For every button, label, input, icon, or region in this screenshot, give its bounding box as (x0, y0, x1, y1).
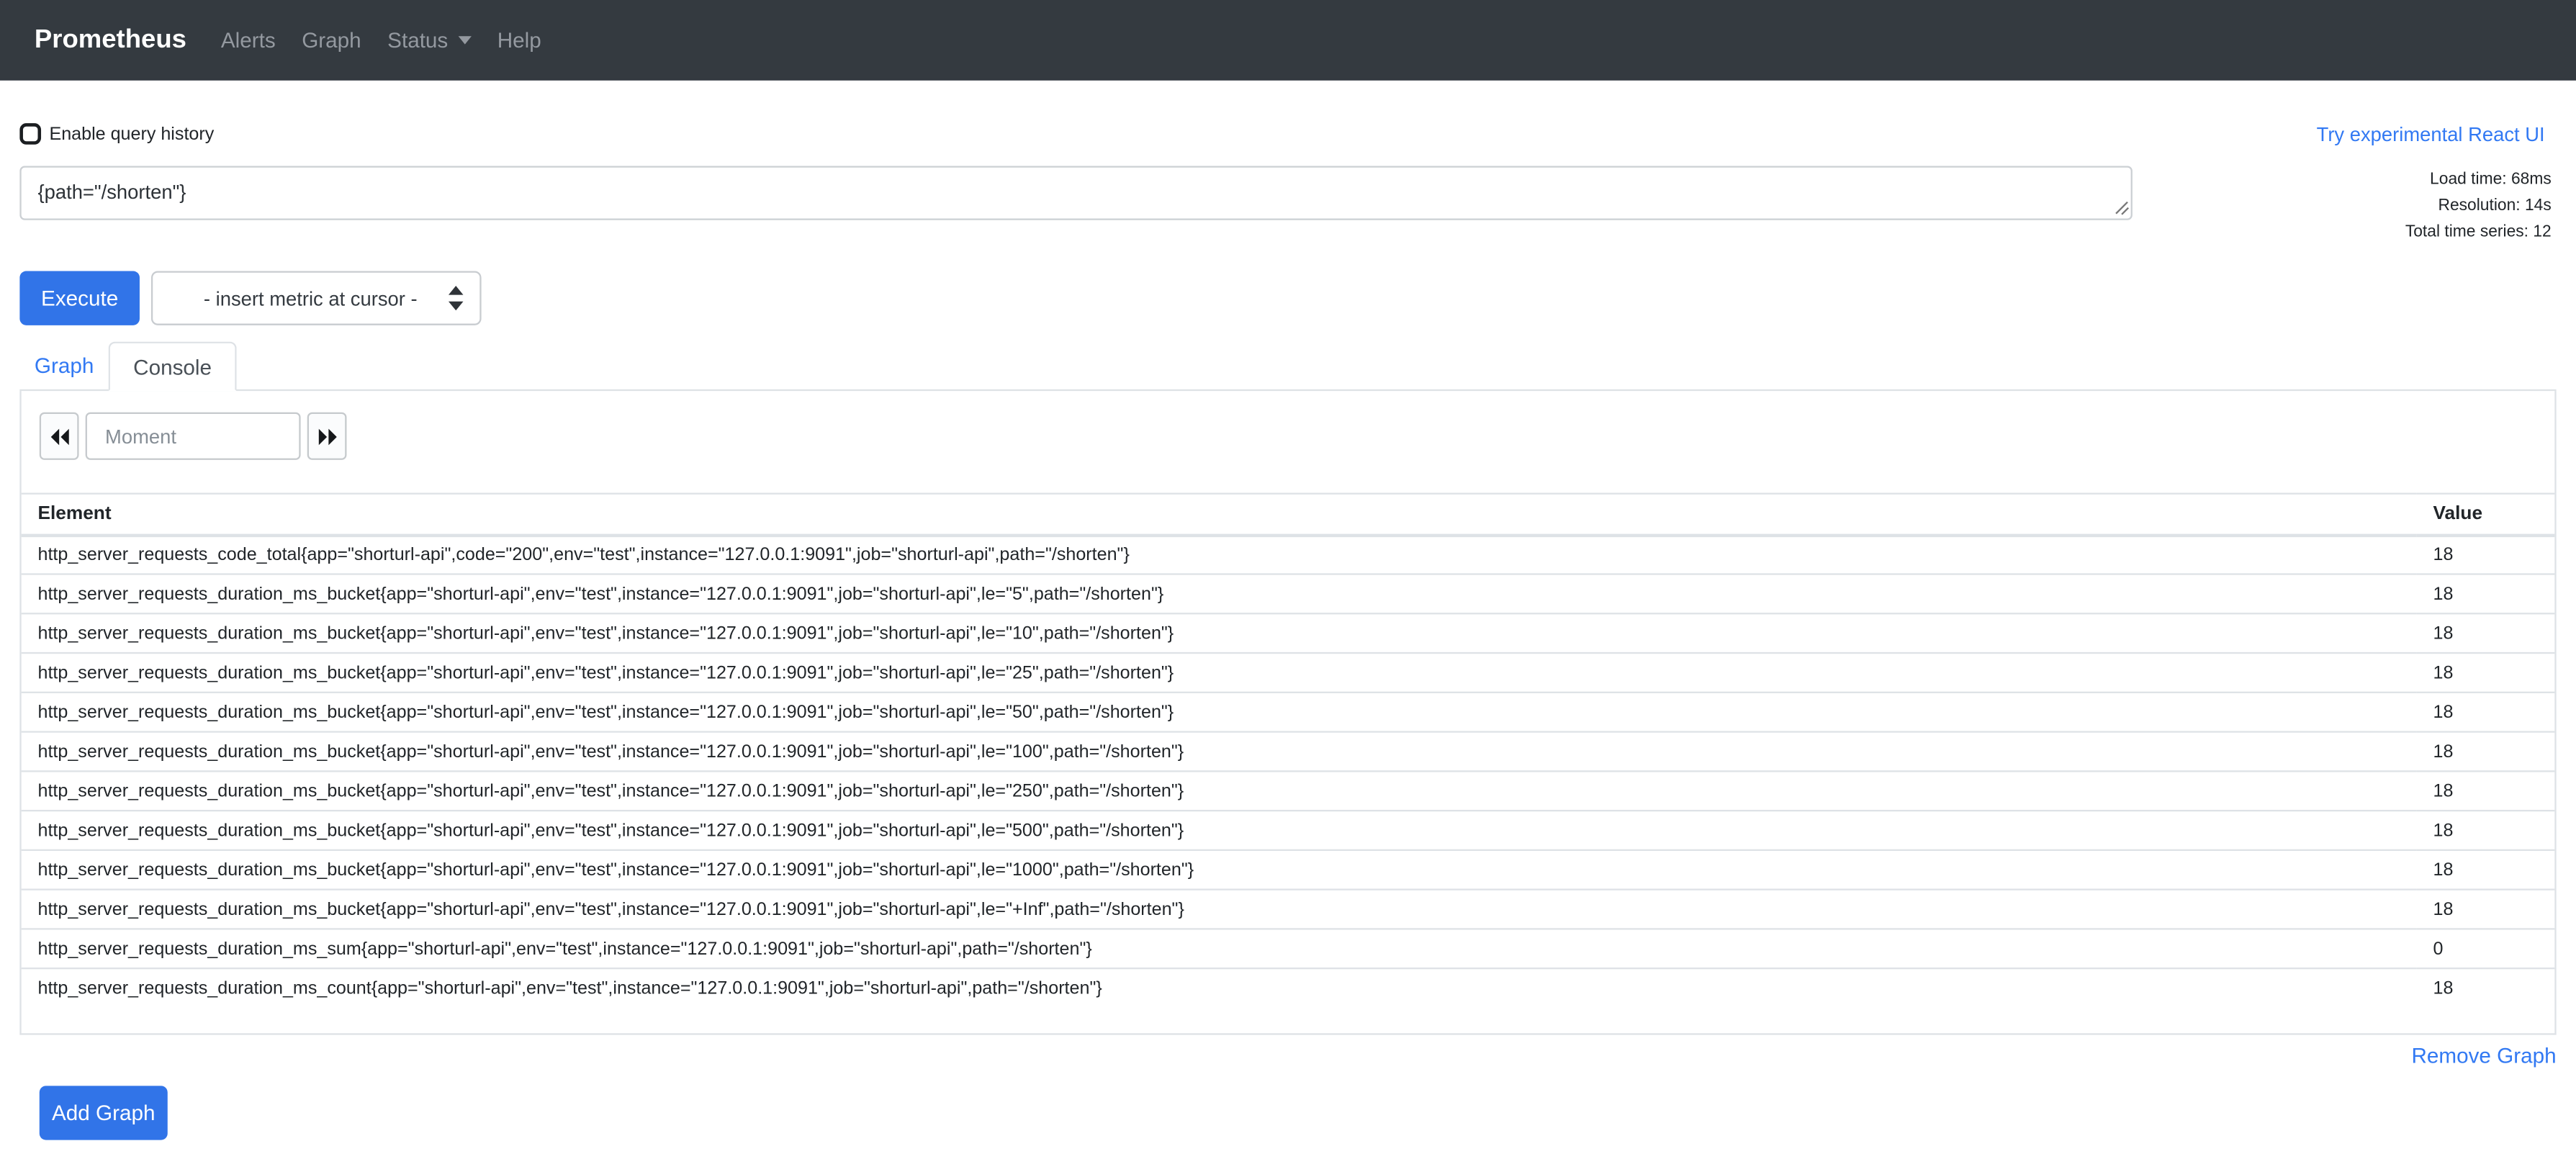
moment-prev-button[interactable] (40, 412, 79, 460)
tab-bar: Graph Console (19, 342, 2556, 391)
actions-row: Execute - insert metric at cursor - (19, 271, 2556, 325)
query-row: {path="/shorten"} Load time: 68ms Resolu… (19, 166, 2556, 246)
query-expression-input[interactable]: {path="/shorten"} (19, 166, 2133, 220)
nav-item-status[interactable]: Status (374, 28, 485, 53)
element-cell: http_server_requests_duration_ms_bucket{… (22, 732, 2417, 772)
table-row: http_server_requests_duration_ms_bucket{… (22, 732, 2555, 772)
navbar: Prometheus Alerts Graph Status Help (0, 0, 2576, 81)
console-panel: Element Value http_server_requests_code_… (19, 391, 2556, 1034)
value-cell: 18 (2417, 968, 2555, 1008)
tab-graph[interactable]: Graph (19, 342, 109, 391)
table-row: http_server_requests_duration_ms_bucket{… (22, 890, 2555, 929)
console-table: Element Value http_server_requests_code_… (22, 493, 2555, 1008)
value-cell: 0 (2417, 929, 2555, 968)
element-cell: http_server_requests_duration_ms_bucket{… (22, 850, 2417, 890)
value-cell: 18 (2417, 732, 2555, 772)
table-row: http_server_requests_duration_ms_bucket{… (22, 574, 2555, 614)
element-cell: http_server_requests_duration_ms_bucket{… (22, 574, 2417, 614)
brand-prometheus[interactable]: Prometheus (35, 25, 186, 55)
nav-item-alerts[interactable]: Alerts (208, 28, 289, 53)
element-cell: http_server_requests_duration_ms_bucket{… (22, 771, 2417, 811)
tab-console[interactable]: Console (109, 342, 236, 391)
value-cell: 18 (2417, 574, 2555, 614)
add-graph-button[interactable]: Add Graph (40, 1085, 168, 1139)
rewind-icon (50, 428, 68, 444)
fast-forward-icon (318, 428, 336, 444)
total-series-stat: Total time series: 12 (2405, 220, 2552, 247)
prometheus-app: Prometheus Alerts Graph Status Help Enab… (0, 0, 2576, 1159)
query-stats: Load time: 68ms Resolution: 14s Total ti… (2405, 166, 2557, 246)
table-row: http_server_requests_duration_ms_bucket{… (22, 613, 2555, 653)
up-down-arrows-icon (449, 286, 464, 310)
value-column-header: Value (2417, 494, 2555, 535)
element-cell: http_server_requests_code_total{app="sho… (22, 535, 2417, 574)
value-cell: 18 (2417, 850, 2555, 890)
execute-button[interactable]: Execute (19, 271, 140, 325)
insert-metric-select-label: - insert metric at cursor - (173, 287, 449, 310)
element-cell: http_server_requests_duration_ms_bucket{… (22, 693, 2417, 732)
moment-controls (40, 412, 2555, 460)
element-cell: http_server_requests_duration_ms_count{a… (22, 968, 2417, 1008)
nav-item-graph[interactable]: Graph (289, 28, 374, 53)
element-cell: http_server_requests_duration_ms_bucket{… (22, 811, 2417, 850)
table-row: http_server_requests_duration_ms_bucket{… (22, 850, 2555, 890)
element-column-header: Element (22, 494, 2417, 535)
value-cell: 18 (2417, 693, 2555, 732)
table-row: http_server_requests_duration_ms_bucket{… (22, 653, 2555, 693)
enable-query-history-label: Enable query history (49, 124, 214, 143)
remove-graph-link[interactable]: Remove Graph (2411, 1042, 2556, 1067)
table-row: http_server_requests_duration_ms_count{a… (22, 968, 2555, 1008)
resolution-stat: Resolution: 14s (2405, 194, 2552, 220)
element-cell: http_server_requests_duration_ms_bucket{… (22, 613, 2417, 653)
nav-item-help[interactable]: Help (484, 28, 554, 53)
moment-next-button[interactable] (307, 412, 347, 460)
insert-metric-select[interactable]: - insert metric at cursor - (151, 271, 482, 325)
history-row: Enable query history Try experimental Re… (19, 120, 2556, 148)
element-cell: http_server_requests_duration_ms_bucket{… (22, 653, 2417, 693)
table-row: http_server_requests_duration_ms_bucket{… (22, 771, 2555, 811)
chevron-down-icon (458, 36, 471, 44)
value-cell: 18 (2417, 535, 2555, 574)
moment-input[interactable] (86, 412, 301, 460)
value-cell: 18 (2417, 771, 2555, 811)
value-cell: 18 (2417, 811, 2555, 850)
table-row: http_server_requests_code_total{app="sho… (22, 535, 2555, 574)
element-cell: http_server_requests_duration_ms_bucket{… (22, 890, 2417, 929)
value-cell: 18 (2417, 653, 2555, 693)
page-content: Enable query history Try experimental Re… (0, 120, 2576, 1140)
remove-graph-row: Remove Graph (19, 1041, 2556, 1068)
table-row: http_server_requests_duration_ms_sum{app… (22, 929, 2555, 968)
element-cell: http_server_requests_duration_ms_sum{app… (22, 929, 2417, 968)
load-time-stat: Load time: 68ms (2405, 168, 2552, 194)
nav-item-status-label: Status (387, 28, 448, 53)
value-cell: 18 (2417, 890, 2555, 929)
enable-query-history-checkbox[interactable] (19, 123, 41, 145)
try-react-ui-link[interactable]: Try experimental React UI (2317, 122, 2557, 145)
table-header-row: Element Value (22, 494, 2555, 535)
value-cell: 18 (2417, 613, 2555, 653)
table-row: http_server_requests_duration_ms_bucket{… (22, 693, 2555, 732)
table-row: http_server_requests_duration_ms_bucket{… (22, 811, 2555, 850)
